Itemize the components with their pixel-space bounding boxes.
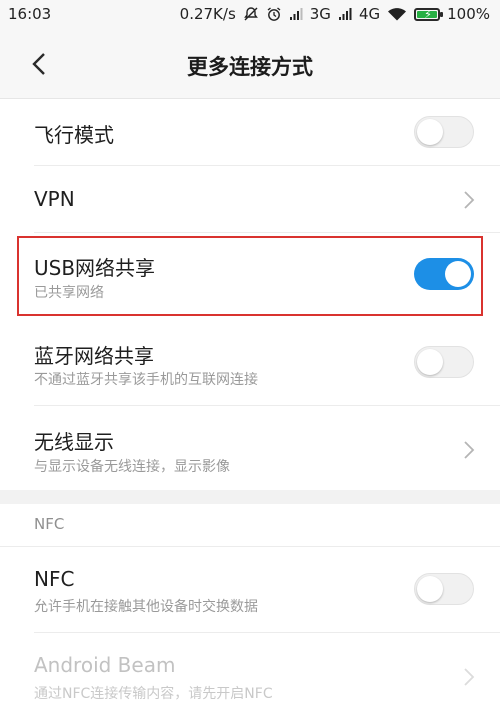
list-item-label: VPN <box>34 187 75 211</box>
toggle-knob <box>417 349 443 375</box>
chevron-right-icon <box>464 191 475 209</box>
list-item-label: NFC <box>34 567 75 591</box>
list-item-nfc[interactable]: NFC 允许手机在接触其他设备时交换数据 <box>0 548 500 632</box>
battery-percent: 100% <box>447 5 490 23</box>
list-item-vpn[interactable]: VPN <box>0 166 500 232</box>
list-item-subtitle: 与显示设备无线连接，显示影像 <box>34 459 230 475</box>
list-item-bluetooth-tethering[interactable]: 蓝牙网络共享 不通过蓝牙共享该手机的互联网连接 <box>0 322 500 404</box>
wifi-icon <box>387 6 407 22</box>
status-time: 16:03 <box>8 5 52 23</box>
mute-icon <box>243 6 259 22</box>
list-item-wireless-display[interactable]: 无线显示 与显示设备无线连接，显示影像 <box>0 406 500 490</box>
section-header: NFC <box>34 515 65 533</box>
nfc-toggle[interactable] <box>414 573 474 605</box>
network-speed: 0.27K/s <box>179 5 236 23</box>
chevron-right-icon <box>464 668 475 686</box>
signal-icon <box>289 7 303 21</box>
network-type-3g: 3G <box>309 5 331 23</box>
divider <box>34 232 500 233</box>
status-icons: 0.27K/s 3G 4G ⚡ 100% <box>180 5 490 23</box>
title-bar: 更多连接方式 <box>0 30 500 99</box>
bluetooth-tethering-toggle[interactable] <box>414 346 474 378</box>
list-item-subtitle: 允许手机在接触其他设备时交换数据 <box>34 599 258 615</box>
status-bar: 16:03 0.27K/s 3G 4G ⚡ 100% <box>0 0 500 30</box>
list-item-label: 无线显示 <box>34 430 114 454</box>
signal-icon <box>338 7 352 21</box>
battery-charging-icon: ⚡ <box>414 7 444 21</box>
list-item-label: Android Beam <box>34 653 176 677</box>
chevron-right-icon <box>464 441 475 459</box>
list-item-android-beam[interactable]: Android Beam 通过NFC连接传输内容，请先开启NFC <box>0 633 500 711</box>
section-separator <box>0 490 500 504</box>
nfc-section: NFC <box>0 504 500 546</box>
airplane-mode-toggle[interactable] <box>414 116 474 148</box>
toggle-knob <box>417 576 443 602</box>
divider <box>0 546 500 547</box>
page-title: 更多连接方式 <box>187 55 313 79</box>
alarm-icon <box>266 6 282 22</box>
list-item-airplane-mode[interactable]: 飞行模式 <box>0 99 500 165</box>
network-type-4g: 4G <box>358 5 381 23</box>
list-item-label: 飞行模式 <box>34 123 114 147</box>
toggle-knob <box>417 119 443 145</box>
list-item-subtitle: 通过NFC连接传输内容，请先开启NFC <box>34 686 273 702</box>
highlight-box <box>17 236 483 316</box>
list-item-label: 蓝牙网络共享 <box>34 344 154 368</box>
list-item-subtitle: 不通过蓝牙共享该手机的互联网连接 <box>34 372 258 388</box>
